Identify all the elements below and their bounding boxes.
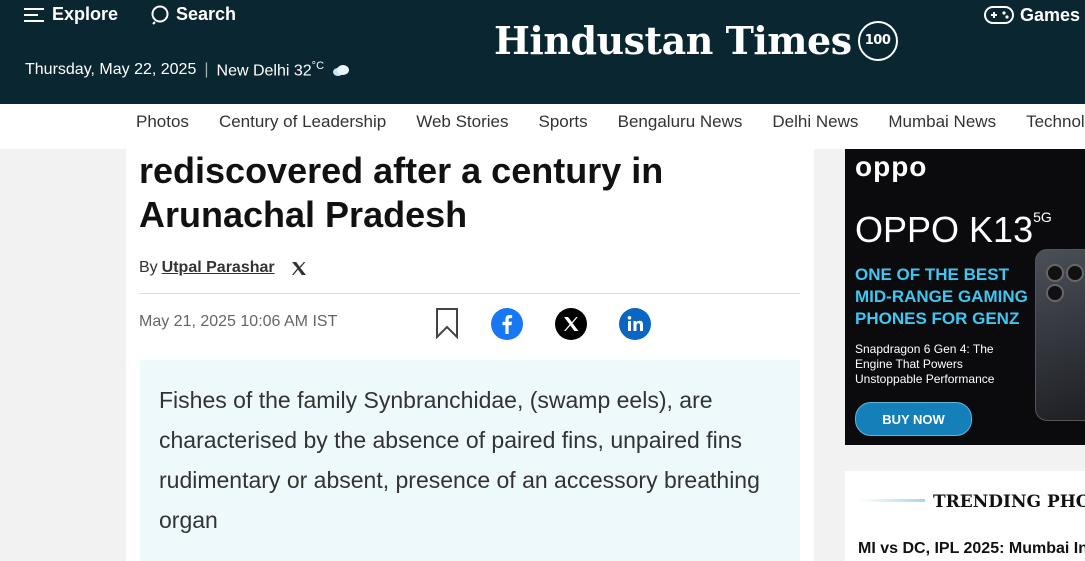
search-label: Search [176,4,237,24]
article-summary: Fishes of the family Synbranchidae, (swa… [140,360,800,561]
gamepad-icon [984,6,1014,24]
nav-item-technology[interactable]: Technology [1026,112,1085,132]
trending-title: TRENDING PHOTOS [933,492,1085,512]
ad-spec: Snapdragon 6 Gen 4: The Engine That Powe… [855,342,995,386]
date-weather: Thursday, May 22, 2025 | New Delhi 32°C [25,60,350,80]
trending-item[interactable]: MI vs DC, IPL 2025: Mumbai Indians [858,540,1085,558]
separator: | [204,61,209,79]
site-header: Explore Search Thursday, May 22, 2025 | … [0,0,1085,104]
explore-button[interactable]: Explore [24,4,118,25]
bookmark-button[interactable] [435,307,459,344]
facebook-icon [491,308,523,340]
temp-unit: °C [311,60,325,72]
main-nav: Photos Century of Leadership Web Stories… [0,104,1085,149]
search-button[interactable]: Search [150,4,236,25]
byline-prefix: By [139,259,158,276]
share-facebook[interactable] [491,308,523,345]
byline: By Utpal Parashar [139,259,307,277]
hamburger-icon [24,7,44,23]
linkedin-icon [619,308,651,340]
share-linkedin[interactable] [619,308,651,345]
author-x-link[interactable] [291,261,307,276]
nav-item-century-of-leadership[interactable]: Century of Leadership [219,112,386,132]
author-link[interactable]: Utpal Parashar [162,259,275,277]
nav-item-sports[interactable]: Sports [539,112,588,132]
phone-image [1035,249,1085,421]
games-label: Games [1020,4,1081,25]
logo-text: Hindustan Times [494,18,852,63]
trending-accent-line [859,499,925,502]
ad-buy-now-button[interactable]: BUY NOW [855,402,972,436]
nav-item-bengaluru-news[interactable]: Bengaluru News [618,112,743,132]
bookmark-icon [436,308,458,340]
weather-location: New Delhi 32°C [216,60,325,80]
x-icon [555,308,587,340]
divider [139,293,800,294]
nav-item-mumbai-news[interactable]: Mumbai News [888,112,996,132]
trending-section: TRENDING PHOTOS MI vs DC, IPL 2025: Mumb… [845,471,1085,561]
nav-item-web-stories[interactable]: Web Stories [416,112,508,132]
advertisement[interactable]: oppo OPPO K135G ONE OF THE BEST MID-RANG… [845,149,1085,445]
summary-text: Fishes of the family Synbranchidae, (swa… [159,387,760,533]
publish-date: May 21, 2025 10:06 AM IST [139,313,338,330]
ad-model: OPPO K135G [855,209,1052,250]
share-x[interactable] [555,308,587,345]
ad-brand: oppo [855,151,928,182]
games-button[interactable]: Games [984,4,1080,26]
centenary-badge: 100 [857,20,898,61]
explore-label: Explore [52,4,119,24]
ad-model-sup: 5G [1033,209,1052,225]
x-icon [291,261,306,275]
nav-item-delhi-news[interactable]: Delhi News [772,112,858,132]
ad-tagline: ONE OF THE BEST MID-RANGE GAMING PHONES … [855,265,1028,328]
cloud-icon [333,65,350,77]
search-icon [151,5,169,25]
nav-item-photos[interactable]: Photos [136,112,189,132]
article-meta: May 21, 2025 10:06 AM IST [139,307,800,341]
site-logo[interactable]: Hindustan Times 100 [494,18,898,63]
current-date: Thursday, May 22, 2025 [25,61,197,79]
article-headline: rediscovered after a century in Arunacha… [139,150,664,235]
article-card: rediscovered after a century in Arunacha… [126,149,814,561]
